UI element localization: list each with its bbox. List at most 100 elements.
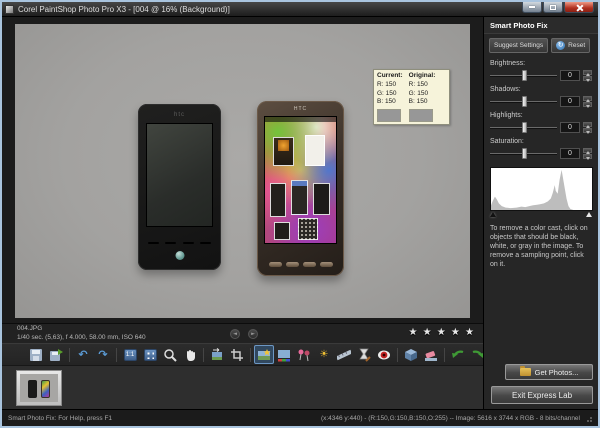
redo-button[interactable]: ↷ xyxy=(93,345,113,364)
close-icon xyxy=(576,4,583,11)
magnifier-icon xyxy=(163,348,177,362)
saturation-control: Saturation: 0 xyxy=(484,133,598,159)
save-button[interactable] xyxy=(26,345,46,364)
right-phone-statusbar xyxy=(265,117,336,122)
reset-label: Reset xyxy=(568,42,585,49)
color-balance-button[interactable] xyxy=(274,345,294,364)
right-phone-logo: HTC xyxy=(257,106,344,112)
histogram[interactable] xyxy=(490,167,592,218)
undo-button[interactable]: ↶ xyxy=(73,345,93,364)
crop-icon xyxy=(230,348,244,362)
window-title: Corel PaintShop Photo Pro X3 - [004 @ 16… xyxy=(18,5,230,14)
redo-icon: ↷ xyxy=(98,349,107,360)
makeover-button[interactable] xyxy=(294,345,314,364)
highlights-value[interactable]: 0 xyxy=(560,122,580,133)
zoom-tool-button[interactable] xyxy=(160,345,180,364)
smart-photo-fix-icon xyxy=(257,348,271,362)
maximize-button[interactable] xyxy=(543,2,563,13)
panel-hint-text: To remove a color cast, click on objects… xyxy=(484,218,598,269)
local-tone-mapping-button[interactable] xyxy=(401,345,421,364)
previous-photo-button[interactable]: ◄ xyxy=(230,329,240,339)
shadows-value[interactable]: 0 xyxy=(560,96,580,107)
highlights-slider[interactable] xyxy=(490,123,557,132)
image-canvas[interactable]: htc HTC xyxy=(2,17,483,323)
right-phone-keys xyxy=(257,262,344,267)
saturation-spinner[interactable] xyxy=(583,148,592,159)
brightness-value[interactable]: 0 xyxy=(560,70,580,81)
suggest-settings-button[interactable]: Suggest Settings xyxy=(489,38,548,53)
eraser-button[interactable] xyxy=(421,345,441,364)
pan-tool-button[interactable] xyxy=(180,345,200,364)
current-b: B: 150 xyxy=(377,98,403,107)
photo-right-phone: HTC xyxy=(257,101,344,276)
straighten-button[interactable] xyxy=(334,345,354,364)
fill-light-button[interactable]: ☀ xyxy=(314,345,334,364)
file-info: 004.JPG 1/40 sec. (5,63), f 4.000, 58.00… xyxy=(2,325,146,342)
brightness-slider-thumb[interactable] xyxy=(522,70,527,81)
highlights-slider-thumb[interactable] xyxy=(522,122,527,133)
shadows-slider[interactable] xyxy=(490,97,557,106)
close-button[interactable] xyxy=(564,2,594,13)
undo-icon: ↶ xyxy=(78,349,87,360)
saturation-slider-thumb[interactable] xyxy=(522,148,527,159)
smart-photo-fix-button[interactable] xyxy=(254,345,274,364)
reset-button[interactable]: ↻ Reset xyxy=(551,38,590,53)
shadows-control: Shadows: 0 xyxy=(484,81,598,107)
crop-button[interactable] xyxy=(227,345,247,364)
photo-thumbnail[interactable] xyxy=(16,370,62,406)
next-photo-button[interactable]: ► xyxy=(248,329,258,339)
filename: 004.JPG xyxy=(17,325,146,333)
cube-icon xyxy=(404,348,418,362)
panel-title: Smart Photo Fix xyxy=(484,17,598,34)
highlights-label: Highlights: xyxy=(490,112,592,119)
highlights-spinner[interactable] xyxy=(583,122,592,133)
minimize-button[interactable] xyxy=(522,2,542,13)
depth-of-field-button[interactable] xyxy=(354,345,374,364)
get-photos-button[interactable]: Get Photos... xyxy=(505,364,593,380)
brightness-spinner[interactable] xyxy=(583,70,592,81)
highlights-control: Highlights: 0 xyxy=(484,107,598,133)
white-point-marker[interactable] xyxy=(586,212,592,217)
left-phone-screen xyxy=(146,123,213,227)
star-rating[interactable]: ★ ★ ★ ★ ★ xyxy=(408,327,475,338)
rotate-left-button[interactable] xyxy=(448,345,468,364)
current-label: Current: xyxy=(377,72,403,81)
actual-size-button[interactable]: 1:1 xyxy=(120,345,140,364)
folder-icon xyxy=(520,368,531,376)
color-sample-popup: Current: R: 150 G: 150 B: 150 Original: … xyxy=(373,69,450,125)
resize-grip[interactable] xyxy=(585,415,592,422)
original-swatch xyxy=(409,109,433,122)
status-help-text: Smart Photo Fix: For Help, press F1 xyxy=(8,415,112,422)
red-eye-button[interactable] xyxy=(374,345,394,364)
left-phone-keys xyxy=(148,242,211,244)
saturation-slider[interactable] xyxy=(490,149,557,158)
photo-left-phone: htc xyxy=(138,104,221,270)
maximize-icon xyxy=(550,5,556,10)
black-point-marker[interactable] xyxy=(490,212,496,217)
smart-photo-fix-panel: Smart Photo Fix Suggest Settings ↻ Reset… xyxy=(483,17,598,409)
current-g: G: 150 xyxy=(377,90,403,99)
shadows-slider-thumb[interactable] xyxy=(522,96,527,107)
exit-express-lab-button[interactable]: Exit Express Lab xyxy=(491,386,593,404)
makeover-pins-icon xyxy=(297,348,311,362)
eraser-icon xyxy=(424,348,438,362)
saturation-value[interactable]: 0 xyxy=(560,148,580,159)
save-as-button[interactable] xyxy=(46,345,66,364)
shadows-label: Shadows: xyxy=(490,86,592,93)
window-controls xyxy=(521,2,594,13)
rotate-button[interactable] xyxy=(207,345,227,364)
right-phone-screen xyxy=(264,116,337,244)
shadows-spinner[interactable] xyxy=(583,96,592,107)
red-eye-icon xyxy=(377,348,391,362)
photo-image[interactable]: htc HTC xyxy=(15,24,470,318)
fit-to-window-button[interactable] xyxy=(140,345,160,364)
current-swatch xyxy=(377,109,401,122)
hand-icon xyxy=(183,348,197,362)
brightness-label: Brightness: xyxy=(490,60,592,67)
original-b: B: 150 xyxy=(409,98,436,107)
exit-label: Exit Express Lab xyxy=(512,391,572,400)
brightness-slider[interactable] xyxy=(490,71,557,80)
minimize-icon xyxy=(529,6,535,8)
rotate-icon xyxy=(210,348,224,362)
brightness-control: Brightness: 0 xyxy=(484,55,598,81)
